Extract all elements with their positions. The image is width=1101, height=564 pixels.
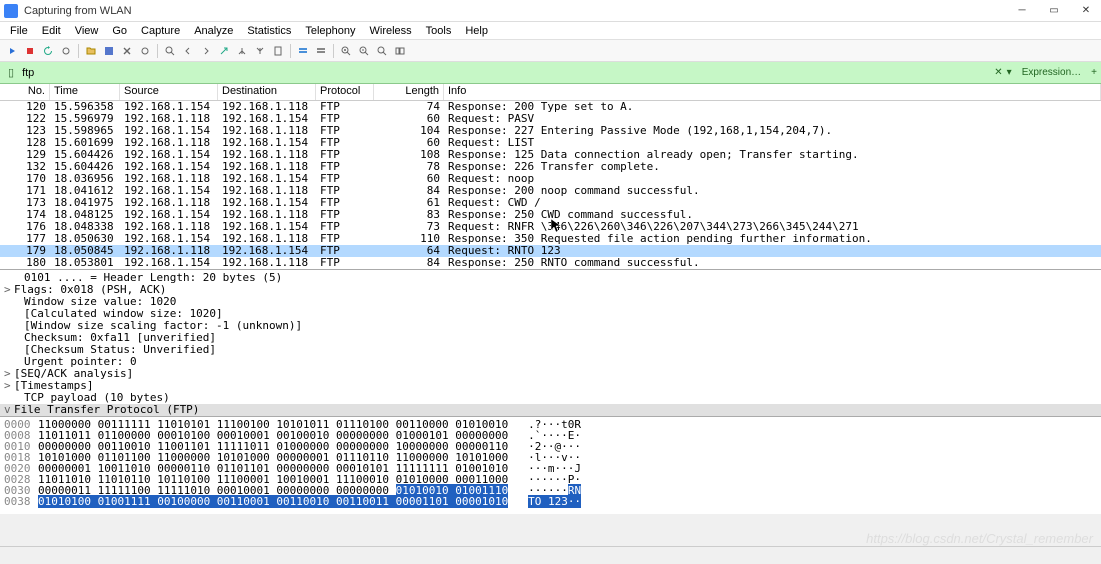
filter-add-icon[interactable]: + [1091,67,1097,78]
goto-last-icon[interactable] [252,43,268,59]
prev-icon[interactable] [180,43,196,59]
close-button[interactable]: ✕ [1075,3,1097,19]
next-icon[interactable] [198,43,214,59]
col-info[interactable]: Info [444,84,1101,100]
detail-row[interactable]: vFile Transfer Protocol (FTP) [0,404,1101,416]
reload-icon[interactable] [137,43,153,59]
menu-wireless[interactable]: Wireless [364,24,418,38]
filter-clear-icon[interactable]: ✕ [994,67,1002,78]
packet-row[interactable]: 12915.604426192.168.1.154192.168.1.118FT… [0,149,1101,161]
resize-columns-icon[interactable] [392,43,408,59]
col-proto[interactable]: Protocol [316,84,374,100]
menu-edit[interactable]: Edit [36,24,67,38]
col-length[interactable]: Length [374,84,444,100]
packet-row[interactable]: 12315.598965192.168.1.154192.168.1.118FT… [0,125,1101,137]
menu-analyze[interactable]: Analyze [188,24,239,38]
menu-capture[interactable]: Capture [135,24,186,38]
packet-list[interactable]: 12015.596358192.168.1.154192.168.1.118FT… [0,101,1101,269]
status-bar [0,546,1101,564]
menu-file[interactable]: File [4,24,34,38]
zoom-out-icon[interactable] [356,43,372,59]
autoscroll-icon[interactable] [270,43,286,59]
watermark-text: https://blog.csdn.net/Crystal_remember [866,531,1093,546]
hex-row[interactable]: 003801010100 01001111 00100000 00110001 … [4,496,1097,507]
packet-row[interactable]: 17618.048338192.168.1.118192.168.1.154FT… [0,221,1101,233]
expression-button[interactable]: Expression… [1016,66,1087,79]
filter-dropdown-icon[interactable]: ▾ [1007,67,1012,78]
col-no[interactable]: No. [0,84,50,100]
detail-row[interactable]: Urgent pointer: 0 [0,356,1101,368]
options-icon[interactable] [58,43,74,59]
bookmark-icon[interactable]: ▯ [4,66,18,79]
packet-row[interactable]: 17418.048125192.168.1.154192.168.1.118FT… [0,209,1101,221]
goto-icon[interactable] [216,43,232,59]
col-source[interactable]: Source [120,84,218,100]
open-icon[interactable] [83,43,99,59]
menu-statistics[interactable]: Statistics [241,24,297,38]
toolbar [0,40,1101,62]
close-file-icon[interactable] [119,43,135,59]
packet-row[interactable]: 13215.604426192.168.1.154192.168.1.118FT… [0,161,1101,173]
menu-tools[interactable]: Tools [420,24,458,38]
packet-row[interactable]: 12815.601699192.168.1.118192.168.1.154FT… [0,137,1101,149]
menu-help[interactable]: Help [459,24,494,38]
goto-first-icon[interactable] [234,43,250,59]
colorize-icon[interactable] [295,43,311,59]
packet-details-pane[interactable]: 0101 .... = Header Length: 20 bytes (5)>… [0,269,1101,416]
find-icon[interactable] [162,43,178,59]
detail-row[interactable]: >[SEQ/ACK analysis] [0,368,1101,380]
menubar: FileEditViewGoCaptureAnalyzeStatisticsTe… [0,22,1101,40]
maximize-button[interactable]: ▭ [1043,3,1065,19]
zoom-reset-icon[interactable] [374,43,390,59]
window-title: Capturing from WLAN [24,5,1011,17]
packet-row[interactable]: 12215.596979192.168.1.118192.168.1.154FT… [0,113,1101,125]
packet-bytes-pane[interactable]: 000011000000 00111111 11010101 11100100 … [0,416,1101,514]
filter-bar: ▯ ✕ ▾ Expression… + [0,62,1101,84]
stop-capture-icon[interactable] [22,43,38,59]
packet-row[interactable]: 17718.050630192.168.1.154192.168.1.118FT… [0,233,1101,245]
packet-row[interactable]: 17918.050845192.168.1.118192.168.1.154FT… [0,245,1101,257]
packet-row[interactable]: 17018.036956192.168.1.118192.168.1.154FT… [0,173,1101,185]
packet-row[interactable]: 17318.041975192.168.1.118192.168.1.154FT… [0,197,1101,209]
save-icon[interactable] [101,43,117,59]
detail-row[interactable]: [Checksum Status: Unverified] [0,344,1101,356]
col-dest[interactable]: Destination [218,84,316,100]
menu-go[interactable]: Go [106,24,133,38]
restart-capture-icon[interactable] [40,43,56,59]
app-icon [4,4,18,18]
colorize2-icon[interactable] [313,43,329,59]
menu-telephony[interactable]: Telephony [299,24,361,38]
packet-row[interactable]: 18018.053801192.168.1.154192.168.1.118FT… [0,257,1101,269]
display-filter-input[interactable] [18,67,994,79]
packet-row[interactable]: 12015.596358192.168.1.154192.168.1.118FT… [0,101,1101,113]
packet-row[interactable]: 17118.041612192.168.1.154192.168.1.118FT… [0,185,1101,197]
packet-list-header: No. Time Source Destination Protocol Len… [0,84,1101,101]
minimize-button[interactable]: ─ [1011,3,1033,19]
menu-view[interactable]: View [69,24,105,38]
zoom-in-icon[interactable] [338,43,354,59]
col-time[interactable]: Time [50,84,120,100]
start-capture-icon[interactable] [4,43,20,59]
titlebar: Capturing from WLAN ─ ▭ ✕ [0,0,1101,22]
